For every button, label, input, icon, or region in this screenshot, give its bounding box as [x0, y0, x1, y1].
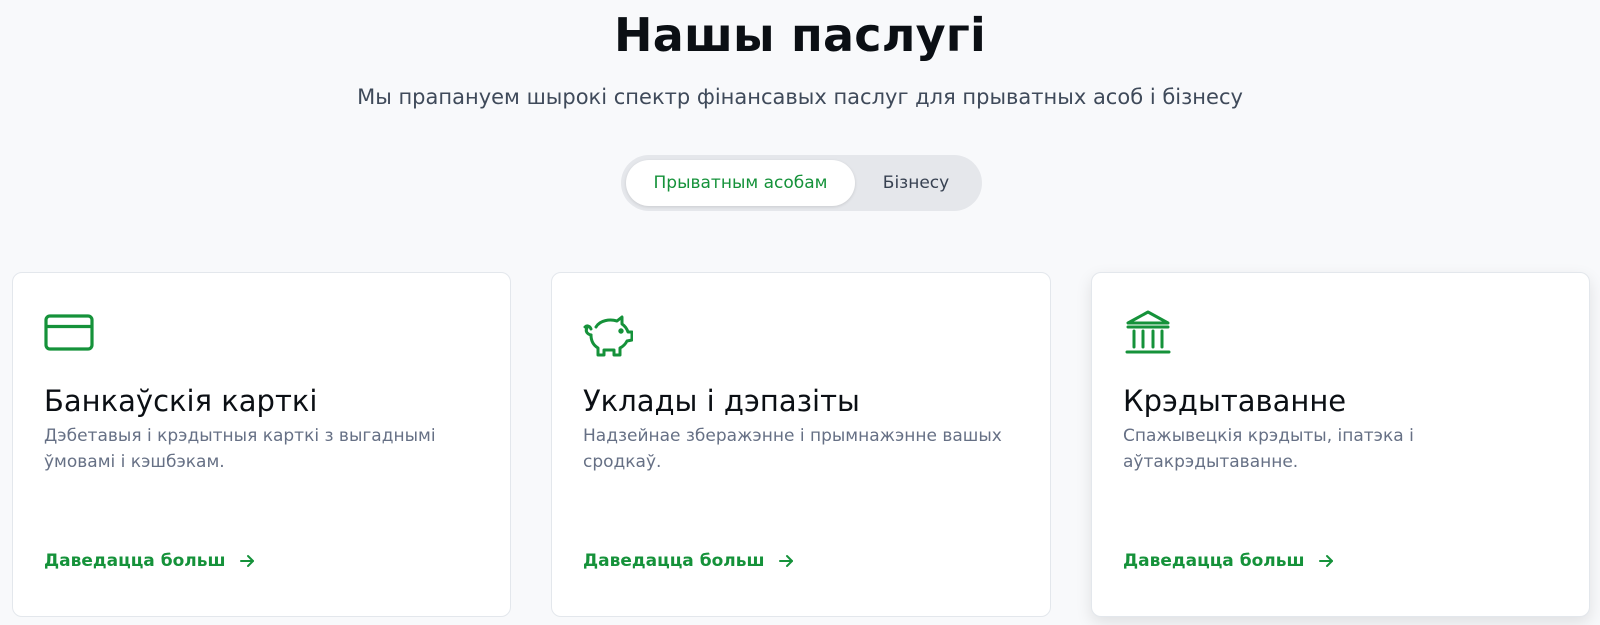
service-card-credit: Крэдытаванне Спажывецкія крэдыты, іпатэк…	[1091, 272, 1590, 617]
tab-business[interactable]: Бізнесу	[855, 160, 977, 206]
credit-card-icon	[44, 309, 94, 359]
bank-building-icon	[1123, 309, 1173, 359]
learn-more-link[interactable]: Даведацца больш	[583, 551, 795, 571]
learn-more-link[interactable]: Даведацца больш	[1123, 551, 1335, 571]
service-card-deposits: Уклады і дэпазіты Надзейнае зберажэнне і…	[551, 272, 1051, 617]
arrow-right-icon	[1317, 552, 1335, 570]
service-card-cards: Банкаўскія карткі Дэбетавыя і крэдытныя …	[12, 272, 511, 617]
card-description: Спажывецкія крэдыты, іпатэка і аўтакрэды…	[1123, 426, 1414, 472]
learn-more-label: Даведацца больш	[583, 551, 765, 571]
card-title: Уклады і дэпазіты	[583, 384, 860, 418]
piggy-bank-icon	[583, 309, 634, 359]
card-description: Надзейнае зберажэнне і прымнажэнне вашых…	[583, 426, 1002, 472]
arrow-right-icon	[238, 552, 256, 570]
card-title: Банкаўскія карткі	[44, 384, 318, 418]
learn-more-label: Даведацца больш	[44, 551, 226, 571]
page-subtitle: Мы прапануем шырокі спектр фінансавых па…	[357, 85, 1243, 109]
learn-more-link[interactable]: Даведацца больш	[44, 551, 256, 571]
page-title: Нашы паслугі	[614, 8, 986, 62]
learn-more-label: Даведацца больш	[1123, 551, 1305, 571]
card-title: Крэдытаванне	[1123, 384, 1347, 418]
tab-private-persons[interactable]: Прыватным асобам	[626, 160, 855, 206]
arrow-right-icon	[777, 552, 795, 570]
audience-toggle: Прыватным асобам Бізнесу	[621, 155, 982, 211]
card-description: Дэбетавыя і крэдытныя карткі з выгаднымі…	[44, 426, 436, 472]
